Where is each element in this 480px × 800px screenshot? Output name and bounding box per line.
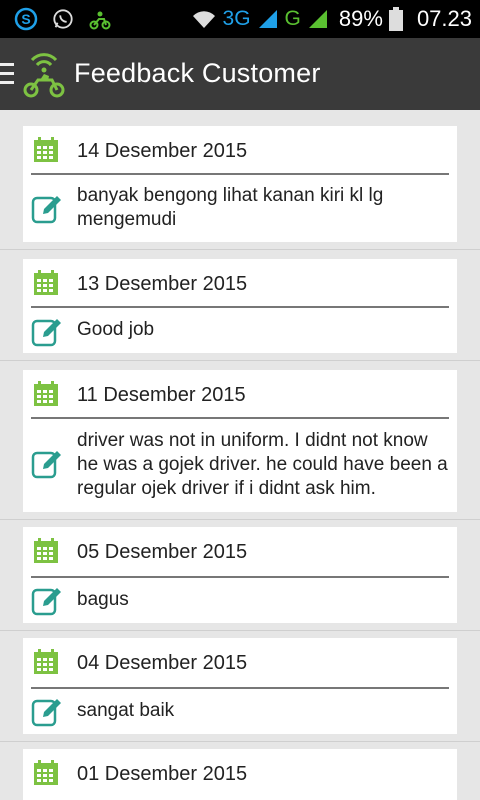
calendar-icon (34, 137, 58, 162)
feedback-list[interactable]: 14 Desember 2015 banyak bengong lihat ka… (0, 110, 480, 800)
gojek-notification-icon (89, 11, 111, 30)
svg-text:S: S (21, 11, 30, 27)
feedback-card: 14 Desember 2015 banyak bengong lihat ka… (23, 126, 457, 242)
edit-icon (31, 451, 61, 479)
feedback-message: Good job (77, 319, 155, 340)
list-item: 04 Desember 2015 sangat baik (0, 632, 480, 742)
battery-percent: 89% (338, 6, 383, 31)
edit-icon (31, 699, 61, 727)
page-title: Feedback Customer (74, 58, 321, 88)
feedback-message: banyak bengong lihat kanan kiri kl lg me… (77, 185, 384, 230)
edit-icon (31, 319, 61, 347)
feedback-message: sangat baik (77, 700, 175, 721)
app-bar: Feedback Customer (0, 38, 480, 110)
feedback-date: 04 Desember 2015 (77, 652, 248, 674)
feedback-message: driver was not in uniform. I didnt not k… (77, 430, 448, 499)
feedback-date-row: 05 Desember 2015 (23, 527, 457, 575)
feedback-message-row: banyak bengong lihat kanan kiri kl lg me… (23, 175, 457, 242)
edit-icon (31, 196, 61, 224)
feedback-date-row: 01 Desember 2015 (23, 749, 457, 797)
feedback-date: 05 Desember 2015 (77, 541, 248, 563)
feedback-message: bagus (77, 589, 129, 610)
feedback-card: 13 Desember 2015 Good job (23, 259, 457, 353)
feedback-card: 11 Desember 2015 driver was not in unifo… (23, 370, 457, 512)
list-item: 14 Desember 2015 banyak bengong lihat ka… (0, 110, 480, 250)
wifi-icon (192, 11, 215, 28)
list-item: 01 Desember 2015 (0, 743, 480, 800)
calendar-icon (34, 270, 58, 295)
feedback-card: 05 Desember 2015 bagus (23, 527, 457, 623)
gojek-logo-icon[interactable] (22, 48, 66, 100)
feedback-date: 01 Desember 2015 (77, 763, 248, 785)
list-item: 05 Desember 2015 bagus (0, 521, 480, 631)
signal-bars-g-icon (308, 10, 327, 28)
feedback-card: 01 Desember 2015 (23, 749, 457, 800)
calendar-icon (34, 381, 58, 406)
feedback-date-row: 04 Desember 2015 (23, 638, 457, 686)
feedback-message-row: bagus (23, 578, 457, 623)
feedback-date: 11 Desember 2015 (77, 384, 246, 406)
feedback-date: 13 Desember 2015 (77, 273, 248, 295)
feedback-card: 04 Desember 2015 sangat baik (23, 638, 457, 734)
list-item: 13 Desember 2015 Good job (0, 251, 480, 361)
signal-bars-3g-icon (258, 10, 277, 28)
status-bar: S 3G G 89% 07.23 (0, 0, 480, 38)
feedback-date-row: 14 Desember 2015 (23, 126, 457, 174)
hamburger-icon[interactable] (0, 63, 14, 85)
feedback-date-row: 11 Desember 2015 (23, 370, 457, 418)
edit-icon (31, 588, 61, 616)
calendar-icon (34, 760, 58, 785)
calendar-icon (34, 538, 58, 563)
network-g-label: G (284, 7, 301, 30)
feedback-message-row: sangat baik (23, 689, 457, 734)
skype-icon: S (14, 7, 38, 31)
feedback-message-row: driver was not in uniform. I didnt not k… (23, 419, 457, 512)
feedback-message-row: Good job (23, 308, 457, 353)
feedback-date: 14 Desember 2015 (77, 140, 248, 162)
whatsapp-icon (53, 9, 73, 29)
list-item: 11 Desember 2015 driver was not in unifo… (0, 362, 480, 520)
battery-icon (388, 7, 403, 31)
clock: 07.23 (416, 6, 472, 31)
calendar-icon (34, 649, 58, 674)
network-3g-label: 3G (222, 7, 251, 30)
feedback-date-row: 13 Desember 2015 (23, 259, 457, 307)
